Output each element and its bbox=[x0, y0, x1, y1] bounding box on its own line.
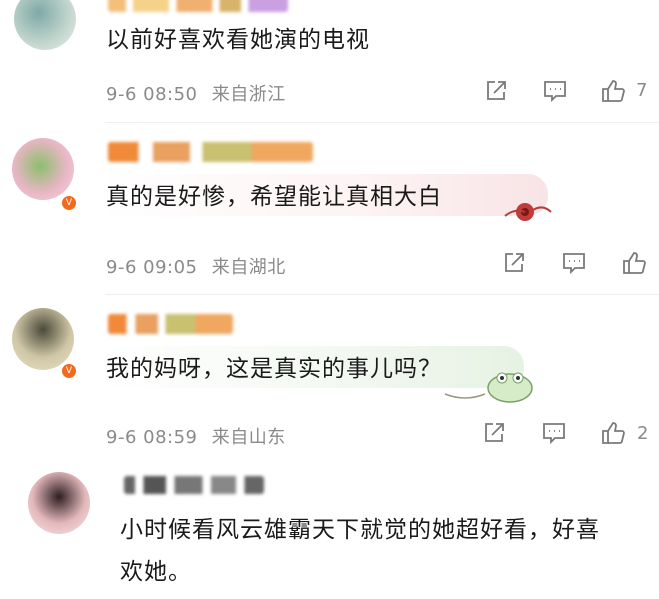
username-blurred[interactable] bbox=[108, 0, 288, 12]
comment-icon bbox=[544, 81, 566, 103]
comment-date: 9-6 08:59 bbox=[106, 427, 198, 448]
comment-text: 真的是好惨，希望能让真相大白 bbox=[106, 184, 442, 210]
thumbs-up-icon bbox=[623, 252, 646, 274]
comment-item-4: 小时候看风云雄霸天下就觉的她超好看，好喜 欢她。 bbox=[0, 464, 659, 599]
like-count: 2 bbox=[637, 423, 649, 444]
comment-location: 来自湖北 bbox=[211, 257, 286, 278]
repost-button[interactable] bbox=[481, 420, 507, 446]
comment-item-2: V 真的是好惨，希望能让真相大白 9-6 09:05 来自湖北 bbox=[0, 124, 659, 295]
comment-location: 来自浙江 bbox=[211, 84, 286, 105]
comment-text: 我的妈呀，这是真实的事儿吗？ bbox=[106, 356, 442, 382]
comment-location: 来自山东 bbox=[211, 427, 286, 448]
repost-icon bbox=[485, 423, 504, 442]
comment-button[interactable] bbox=[541, 420, 567, 446]
like-button[interactable] bbox=[621, 250, 647, 276]
comment-text-line-2: 欢她。 bbox=[120, 559, 192, 585]
avatar[interactable] bbox=[12, 138, 74, 200]
avatar[interactable] bbox=[12, 308, 74, 370]
comment-button[interactable] bbox=[561, 250, 587, 276]
comment-meta: 9-6 08:50 来自浙江 bbox=[106, 80, 286, 106]
comment-date: 9-6 08:50 bbox=[106, 84, 198, 105]
comment-text: 以前好喜欢看她演的电视 bbox=[106, 27, 370, 53]
username-blurred[interactable] bbox=[124, 476, 264, 494]
username-blurred[interactable] bbox=[108, 314, 233, 334]
thumbs-up-icon bbox=[602, 422, 625, 444]
comment-date: 9-6 09:05 bbox=[106, 257, 198, 278]
thumbs-up-icon bbox=[602, 80, 625, 102]
rose-sticker-icon bbox=[504, 203, 552, 221]
comment-text-line-1: 小时候看风云雄霸天下就觉的她超好看，好喜 bbox=[120, 517, 600, 543]
verified-badge-icon: V bbox=[60, 362, 78, 380]
repost-button[interactable] bbox=[501, 250, 527, 276]
like-count: 7 bbox=[636, 80, 648, 101]
divider bbox=[105, 294, 659, 295]
repost-icon bbox=[505, 253, 524, 272]
divider bbox=[105, 122, 659, 123]
username-blurred[interactable] bbox=[108, 142, 313, 162]
verified-badge-icon: V bbox=[60, 194, 78, 212]
repost-button[interactable] bbox=[483, 78, 509, 104]
comment-meta: 9-6 08:59 来自山东 bbox=[106, 423, 286, 449]
comment-item-1: 以前好喜欢看她演的电视 9-6 08:50 来自浙江 7 bbox=[0, 0, 659, 123]
comment-meta: 9-6 09:05 来自湖北 bbox=[106, 253, 286, 279]
frog-sticker-icon bbox=[444, 372, 533, 403]
avatar[interactable] bbox=[14, 0, 76, 50]
like-button[interactable] bbox=[600, 420, 626, 446]
repost-icon bbox=[487, 81, 506, 100]
comment-button[interactable] bbox=[542, 78, 568, 104]
comment-icon bbox=[543, 423, 565, 445]
avatar[interactable] bbox=[28, 472, 90, 534]
like-button[interactable] bbox=[600, 78, 626, 104]
comment-item-3: V 我的妈呀，这是真实的事儿吗？ 9-6 08:59 来自山东 2 bbox=[0, 296, 659, 464]
comment-icon bbox=[563, 253, 585, 275]
